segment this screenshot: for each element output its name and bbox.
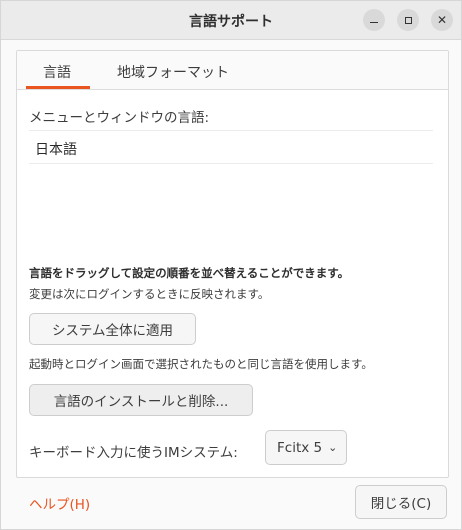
tab-panel: 言語 地域フォーマット メニューとウィンドウの言語: 日本語 言語をドラッグして… (16, 50, 449, 478)
close-icon: ✕ (436, 13, 448, 27)
im-system-value: Fcitx 5 (277, 439, 323, 456)
im-system-dropdown[interactable]: Fcitx 5 ⌄ (265, 430, 347, 465)
maximize-icon (404, 16, 412, 24)
relogin-note: 変更は次にログインするときに反映されます。 (29, 287, 270, 301)
apply-system-wide-button[interactable]: システム全体に適用 (29, 313, 196, 345)
language-support-window: 言語サポート ✕ 言語 地域フォーマット メニューとウィンドウの言語: 日本語 … (0, 0, 462, 530)
window-title: 言語サポート (189, 14, 273, 30)
maximize-button[interactable] (397, 9, 419, 31)
close-window-button[interactable]: ✕ (431, 9, 453, 31)
close-button[interactable]: 閉じる(C) (355, 485, 447, 519)
install-remove-languages-button[interactable]: 言語のインストールと削除... (29, 384, 253, 416)
tab-language[interactable]: 言語 (43, 62, 71, 82)
tab-regional-formats[interactable]: 地域フォーマット (117, 62, 229, 82)
im-system-label: キーボード入力に使うIMシステム: (29, 445, 238, 461)
help-button[interactable]: ヘルプ(H) (29, 493, 90, 513)
apply-note: 起動時とログイン画面で選択されたものと同じ言語を使用します。 (29, 357, 373, 371)
menu-language-label: メニューとウィンドウの言語: (29, 110, 210, 126)
drag-hint: 言語をドラッグして設定の順番を並べ替えることができます。 (29, 266, 350, 280)
language-list[interactable]: 日本語 (29, 130, 433, 164)
title-bar: 言語サポート ✕ (1, 1, 461, 40)
chevron-down-icon: ⌄ (328, 441, 338, 454)
minimize-button[interactable] (363, 9, 385, 31)
language-list-item[interactable]: 日本語 (35, 139, 77, 159)
active-tab-indicator (26, 86, 90, 89)
minimize-icon (370, 21, 378, 24)
tab-bar: 言語 地域フォーマット (17, 51, 448, 90)
